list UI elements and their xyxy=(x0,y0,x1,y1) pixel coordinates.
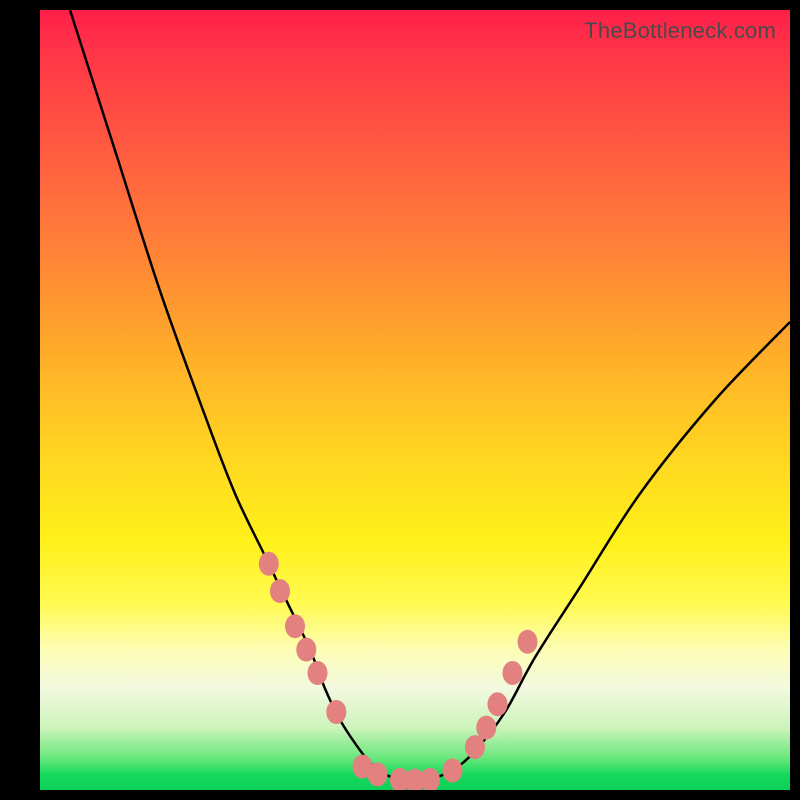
marker-dot xyxy=(259,552,279,576)
marker-dot xyxy=(503,661,523,685)
marker-dot xyxy=(308,661,328,685)
marker-dot xyxy=(518,630,538,654)
marker-dot xyxy=(465,735,485,759)
marker-dot xyxy=(285,614,305,638)
marker-dot xyxy=(488,692,508,716)
marker-dot xyxy=(270,579,290,603)
marker-dot xyxy=(326,700,346,724)
marker-dot xyxy=(296,638,316,662)
bottleneck-curve xyxy=(70,10,790,781)
marker-group xyxy=(259,552,538,790)
marker-dot xyxy=(476,716,496,740)
chart-frame: TheBottleneck.com xyxy=(0,0,800,800)
marker-dot xyxy=(420,768,440,790)
plot-area: TheBottleneck.com xyxy=(40,10,790,790)
chart-svg xyxy=(40,10,790,790)
marker-dot xyxy=(368,762,388,786)
marker-dot xyxy=(443,759,463,783)
